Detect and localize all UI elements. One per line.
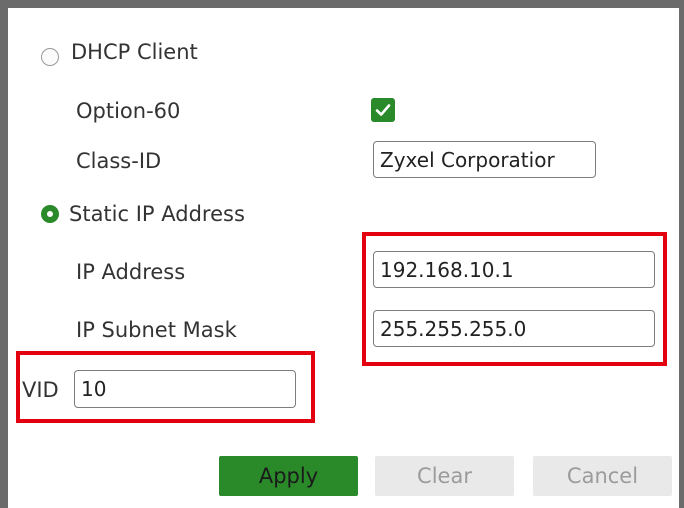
dhcp-client-label: DHCP Client [71,40,198,64]
static-ip-radio[interactable] [41,205,59,223]
option-60-checkbox[interactable] [371,98,395,122]
apply-button[interactable]: Apply [219,456,358,496]
ip-settings-panel: DHCP Client Option-60 Class-ID Static IP… [0,0,684,508]
static-ip-label: Static IP Address [69,202,245,226]
clear-button[interactable]: Clear [375,456,514,496]
option-60-label: Option-60 [76,99,181,123]
ip-subnet-mask-label: IP Subnet Mask [76,318,237,342]
vid-input[interactable] [74,370,296,408]
class-id-label: Class-ID [76,149,162,173]
vid-label: VID [22,378,59,402]
cancel-button[interactable]: Cancel [533,456,672,496]
dhcp-client-radio[interactable] [41,48,59,66]
ip-subnet-mask-input[interactable] [373,310,655,347]
class-id-input[interactable] [373,141,596,178]
check-icon [375,104,391,116]
ip-address-label: IP Address [76,260,186,284]
ip-address-input[interactable] [373,251,655,288]
